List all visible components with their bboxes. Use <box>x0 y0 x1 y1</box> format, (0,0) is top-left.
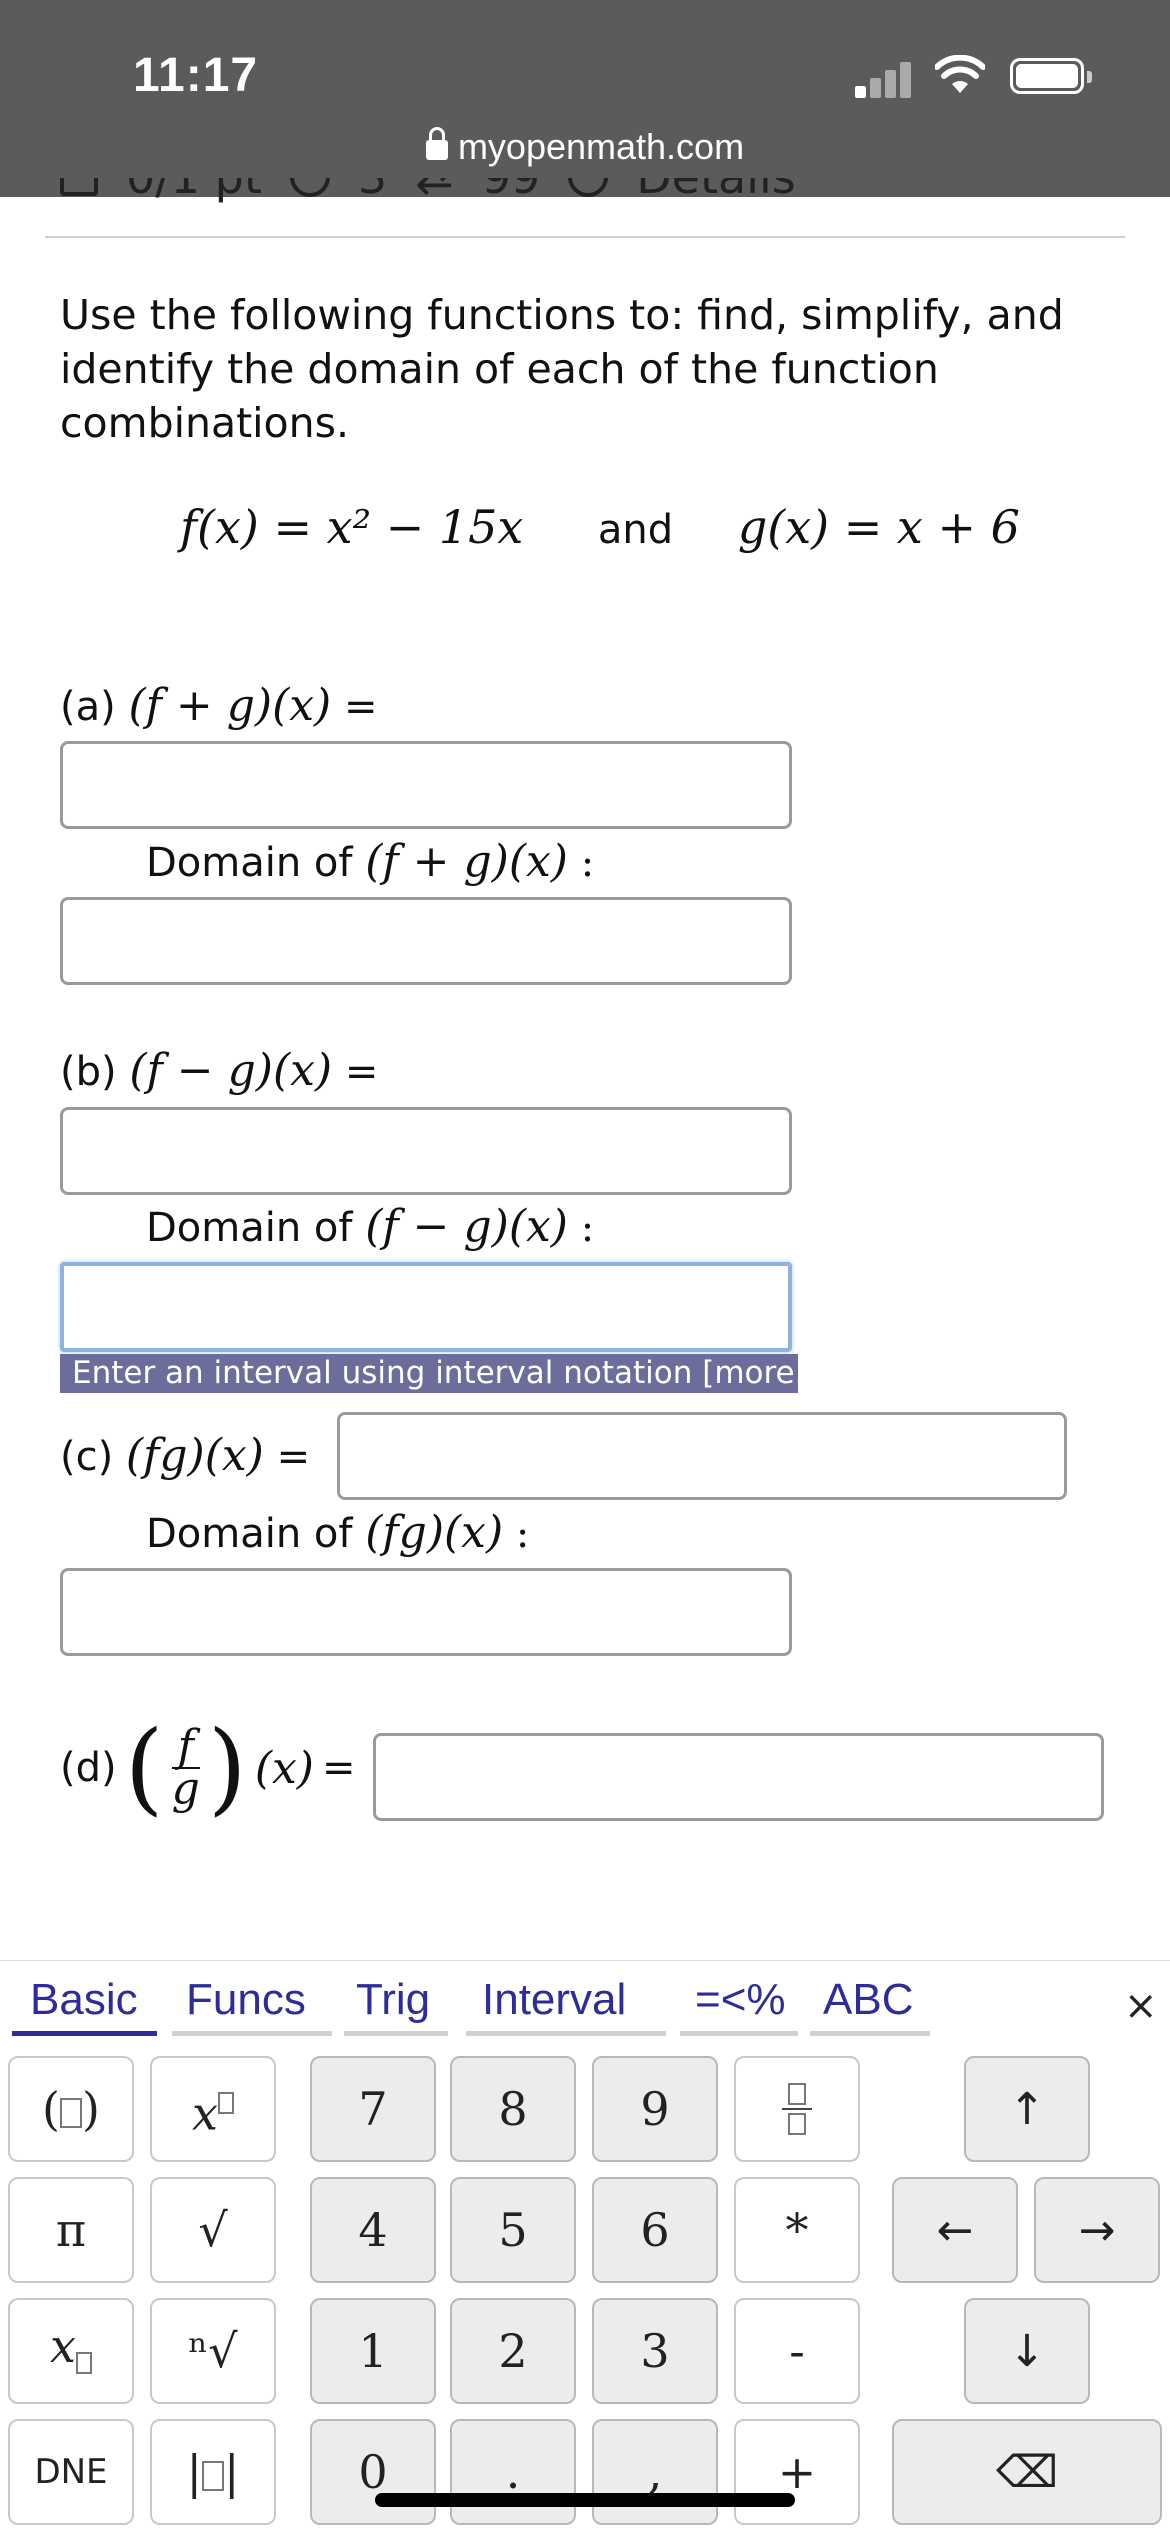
home-indicator[interactable] <box>375 2493 795 2507</box>
key-power[interactable]: x <box>150 2056 276 2162</box>
views-icon: ⇄ <box>415 178 454 204</box>
key-1[interactable]: 1 <box>310 2298 436 2404</box>
question-intro: Use the following functions to: find, si… <box>60 291 1064 447</box>
key-7[interactable]: 7 <box>310 2056 436 2162</box>
keyboard-tabs: Basic Funcs Trig Interval =<% ABC × <box>0 1961 1170 2041</box>
part-a-domain-label: Domain of (f + g)(x) : <box>146 836 595 887</box>
key-subscript[interactable]: x <box>8 2298 134 2404</box>
key-3[interactable]: 3 <box>592 2298 718 2404</box>
question-header: 0/1 pt 3 ⇄ 99 Details <box>60 178 960 218</box>
part-a-label: (a) (f + g)(x) = <box>60 680 378 731</box>
key-8[interactable]: 8 <box>450 2056 576 2162</box>
function-definitions: f(x) = x² − 15x and g(x) = x + 6 <box>180 500 1020 554</box>
part-b-domain-input[interactable] <box>60 1262 792 1352</box>
tab-abc[interactable]: ABC <box>823 1975 913 2025</box>
key-plus[interactable]: + <box>734 2419 860 2525</box>
f-over-g-fraction: f g <box>171 1721 200 1814</box>
battery-icon <box>1010 58 1092 94</box>
key-9[interactable]: 9 <box>592 2056 718 2162</box>
clock: 11:17 <box>133 49 259 102</box>
url-text: myopenmath.com <box>457 126 745 167</box>
wifi-icon <box>935 55 985 93</box>
part-a-domain-input[interactable] <box>60 897 792 985</box>
key-dne[interactable]: DNE <box>8 2419 134 2525</box>
key-minus[interactable]: - <box>734 2298 860 2404</box>
details-link[interactable]: Details <box>636 178 795 204</box>
views-text: 99 <box>482 178 541 204</box>
status-bar: 11:17 myopenmath.com <box>0 0 1170 197</box>
key-comma[interactable]: , <box>592 2419 718 2525</box>
tries-text: 3 <box>358 178 387 204</box>
tab-underline-active <box>12 2031 157 2036</box>
tab-funcs[interactable]: Funcs <box>186 1975 306 2025</box>
score-icon <box>60 178 98 196</box>
tab-interval[interactable]: Interval <box>482 1975 626 2025</box>
key-fraction[interactable] <box>734 2056 860 2162</box>
key-multiply[interactable]: * <box>734 2177 860 2283</box>
key-parentheses[interactable]: () <box>8 2056 134 2162</box>
score-text: 0/1 pt <box>126 178 262 204</box>
key-nth-root[interactable]: ⁿ√ <box>150 2298 276 2404</box>
divider <box>45 236 1125 238</box>
tab-compare[interactable]: =<% <box>695 1975 786 2025</box>
part-c-answer-input[interactable] <box>337 1412 1067 1500</box>
tries-icon <box>289 178 330 197</box>
key-down-arrow[interactable]: ↓ <box>964 2298 1090 2404</box>
key-0[interactable]: 0 <box>310 2419 436 2525</box>
key-4[interactable]: 4 <box>310 2177 436 2283</box>
math-keyboard: Basic Funcs Trig Interval =<% ABC × () x… <box>0 1960 1170 2532</box>
part-d-answer-input[interactable] <box>373 1733 1104 1821</box>
tab-trig[interactable]: Trig <box>356 1975 430 2025</box>
g-definition: g(x) = x + 6 <box>737 500 1020 554</box>
part-c-domain-label: Domain of (fg)(x) : <box>146 1507 530 1558</box>
and-label: and <box>597 507 674 553</box>
tab-basic[interactable]: Basic <box>30 1975 138 2025</box>
key-absolute-value[interactable]: | | <box>150 2419 276 2525</box>
key-sqrt[interactable]: √ <box>150 2177 276 2283</box>
key-2[interactable]: 2 <box>450 2298 576 2404</box>
details-icon[interactable] <box>568 178 609 197</box>
key-6[interactable]: 6 <box>592 2177 718 2283</box>
part-c-domain-input[interactable] <box>60 1568 792 1656</box>
cellular-signal-icon <box>855 58 915 98</box>
part-b-answer-input[interactable] <box>60 1107 792 1195</box>
backspace-icon[interactable]: ⌫ <box>892 2419 1162 2525</box>
f-definition: f(x) = x² − 15x <box>180 500 524 554</box>
part-d-label: (d) ( f g ) (x) = <box>60 1709 356 1826</box>
key-up-arrow[interactable]: ↑ <box>964 2056 1090 2162</box>
part-b-label: (b) (f − g)(x) = <box>60 1045 379 1096</box>
close-keyboard-icon[interactable]: × <box>1124 1983 1158 2029</box>
part-b-domain-label: Domain of (f − g)(x) : <box>146 1201 595 1252</box>
key-pi[interactable]: π <box>8 2177 134 2283</box>
lock-icon <box>425 127 448 160</box>
part-c-label: (c) (fg)(x) = <box>60 1430 311 1481</box>
key-5[interactable]: 5 <box>450 2177 576 2283</box>
key-decimal[interactable]: . <box>450 2419 576 2525</box>
url-bar[interactable]: myopenmath.com <box>0 126 1170 168</box>
key-right-arrow[interactable]: → <box>1034 2177 1160 2283</box>
interval-hint-tooltip[interactable]: Enter an interval using interval notatio… <box>60 1354 826 1393</box>
part-a-answer-input[interactable] <box>60 741 792 829</box>
key-left-arrow[interactable]: ← <box>892 2177 1018 2283</box>
